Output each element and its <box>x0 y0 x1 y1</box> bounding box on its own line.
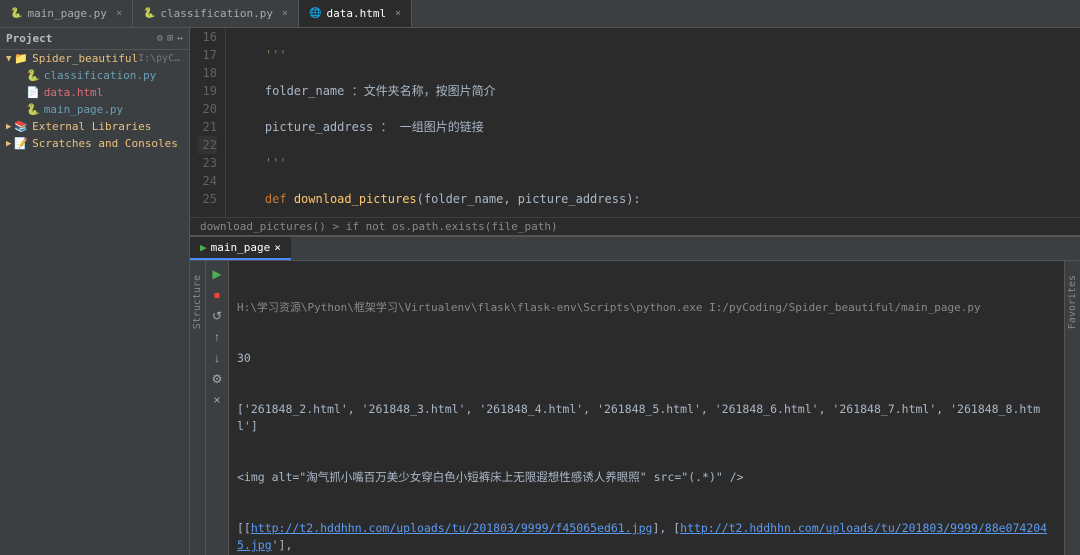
scratch-icon: 📝 <box>14 137 28 150</box>
favorites-label[interactable]: Favorites <box>1067 275 1078 329</box>
structure-panel: Structure <box>190 261 206 555</box>
py-file-icon-1: 🐍 <box>26 69 40 82</box>
link-f45065ed61[interactable]: http://t2.hddhhn.com/uploads/tu/201803/9… <box>251 521 653 535</box>
tree-main-page[interactable]: 🐍 main_page.py <box>0 101 189 118</box>
project-title: Project <box>6 32 52 45</box>
code-line-18: picture_address ： 一组图片的链接 <box>236 118 1070 136</box>
close-tab-data-html[interactable]: × <box>395 8 401 19</box>
expand-icon[interactable]: ⊞ <box>167 33 173 44</box>
py-file-icon-2: 🐍 <box>26 103 40 116</box>
output-list-1: ['261848_2.html', '261848_3.html', '2618… <box>237 401 1056 435</box>
run-tab-bar: ▶ main_page × <box>190 237 1080 261</box>
folder-icon: 📁 <box>14 52 28 65</box>
output-img-1: <img alt="淘气抓小嘴百万美少女穿白色小短裤床上无限遐想性感诱人养眼照"… <box>237 469 1056 486</box>
tree-external-libraries[interactable]: ▶ 📚 External Libraries <box>0 118 189 135</box>
tree-data-html[interactable]: 📄 data.html <box>0 84 189 101</box>
sidebar-icons: ⚙ ⊞ ↔ <box>157 33 183 44</box>
code-text[interactable]: ''' folder_name ：文件夹名称，按图片简介 picture_add… <box>226 28 1080 217</box>
run-panel: ▶ main_page × Structure ▶ ⏹ ↺ ↑ ↓ ⚙ <box>190 235 1080 555</box>
close-tab-classification[interactable]: × <box>282 8 288 19</box>
tree-arrow-spider: ▼ <box>6 54 11 64</box>
html-file-icon: 📄 <box>26 86 40 99</box>
py-icon-2: 🐍 <box>143 8 155 19</box>
close-run-button[interactable]: × <box>208 391 226 409</box>
tree-arrow-scratch: ▶ <box>6 139 11 149</box>
code-line-16: ''' <box>236 46 1070 64</box>
stop-button[interactable]: ⏹ <box>208 286 226 304</box>
scroll-up-button[interactable]: ↑ <box>208 328 226 346</box>
output-num-30: 30 <box>237 350 1056 367</box>
breadcrumb: download_pictures() > if not os.path.exi… <box>190 217 1080 235</box>
run-output[interactable]: H:\学习资源\Python\框架学习\Virtualenv\flask\fla… <box>229 261 1064 555</box>
resize-icon[interactable]: ↔ <box>177 33 183 44</box>
tab-classification[interactable]: 🐍 classification.py × <box>133 0 299 27</box>
side-tabs: Favorites <box>1064 261 1080 555</box>
run-tab-main-page[interactable]: ▶ main_page × <box>190 237 291 260</box>
tab-main-page[interactable]: 🐍 main_page.py × <box>0 0 133 27</box>
code-line-19: ''' <box>236 154 1070 172</box>
settings-run-button[interactable]: ⚙ <box>208 370 226 388</box>
run-button[interactable]: ▶ <box>208 265 226 283</box>
code-editor[interactable]: 16 17 18 19 20 21 22 23 24 25 ''' folder… <box>190 28 1080 217</box>
run-icon: ▶ <box>200 241 207 254</box>
html-icon: 🌐 <box>309 8 321 19</box>
output-links-1a: [[http://t2.hddhhn.com/uploads/tu/201803… <box>237 520 1056 554</box>
line-numbers: 16 17 18 19 20 21 22 23 24 25 <box>190 28 226 217</box>
main-layout: Project ⚙ ⊞ ↔ ▼ 📁 Spider_beautiful I:\py… <box>0 28 1080 555</box>
tree-arrow-ext: ▶ <box>6 122 11 132</box>
structure-label: Structure <box>192 275 203 329</box>
settings-icon[interactable]: ⚙ <box>157 33 163 44</box>
project-sidebar: Project ⚙ ⊞ ↔ ▼ 📁 Spider_beautiful I:\py… <box>0 28 190 555</box>
run-layout: Structure ▶ ⏹ ↺ ↑ ↓ ⚙ × H:\学习资源\Python\框… <box>190 261 1080 555</box>
tree-spider-beautiful[interactable]: ▼ 📁 Spider_beautiful I:\pyCoding\Spi... <box>0 50 189 67</box>
close-tab-main-page[interactable]: × <box>116 8 122 19</box>
project-tree: ▼ 📁 Spider_beautiful I:\pyCoding\Spi... … <box>0 50 189 555</box>
code-line-20: def download_pictures(folder_name, pictu… <box>236 190 1070 208</box>
close-run-tab[interactable]: × <box>274 241 281 254</box>
rerun-button[interactable]: ↺ <box>208 307 226 325</box>
editor-tab-bar: 🐍 main_page.py × 🐍 classification.py × 🌐… <box>0 0 1080 28</box>
tab-data-html[interactable]: 🌐 data.html × <box>299 0 412 27</box>
scroll-down-button[interactable]: ↓ <box>208 349 226 367</box>
editor-area: 16 17 18 19 20 21 22 23 24 25 ''' folder… <box>190 28 1080 555</box>
sidebar-header: Project ⚙ ⊞ ↔ <box>0 28 189 50</box>
run-controls: ▶ ⏹ ↺ ↑ ↓ ⚙ × <box>206 261 229 555</box>
code-line-17: folder_name ：文件夹名称，按图片简介 <box>236 82 1070 100</box>
tree-scratches[interactable]: ▶ 📝 Scratches and Consoles <box>0 135 189 152</box>
py-icon: 🐍 <box>10 8 22 19</box>
run-path-line: H:\学习资源\Python\框架学习\Virtualenv\flask\fla… <box>237 299 1056 316</box>
tree-classification[interactable]: 🐍 classification.py <box>0 67 189 84</box>
ext-lib-icon: 📚 <box>14 120 28 133</box>
